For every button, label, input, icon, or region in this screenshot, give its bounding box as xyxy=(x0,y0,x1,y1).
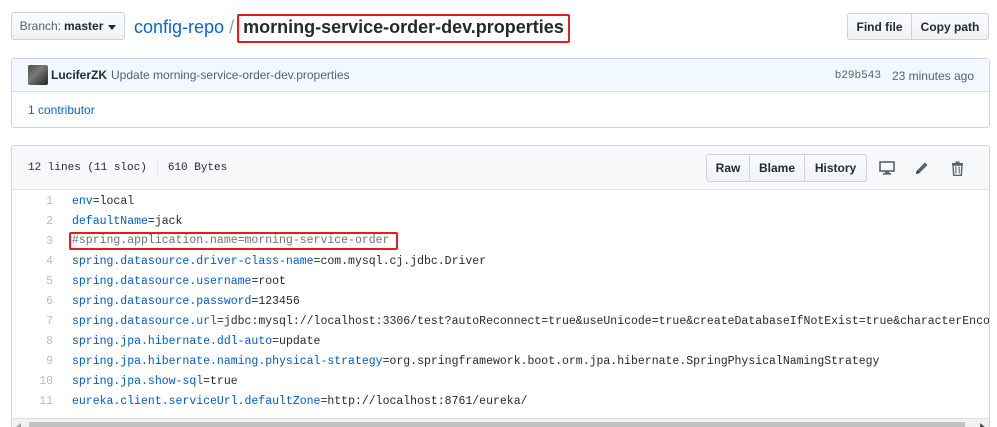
line-number[interactable]: 4 xyxy=(12,255,64,268)
line-number[interactable]: 6 xyxy=(12,295,64,308)
contributors-row: 1 contributor xyxy=(12,92,989,127)
trash-icon[interactable] xyxy=(942,154,972,182)
highlighted-comment: #spring.application.name=morning-service… xyxy=(69,232,399,250)
line-content: #spring.application.name=morning-service… xyxy=(64,232,399,250)
code-line: 6 spring.datasource.password=123456 xyxy=(12,291,989,311)
code-line: 8 spring.jpa.hibernate.ddl-auto=update xyxy=(12,331,989,351)
copy-path-button[interactable]: Copy path xyxy=(912,13,989,40)
desktop-icon[interactable] xyxy=(872,154,902,182)
property-key: spring.datasource.url xyxy=(72,314,217,328)
line-content: spring.jpa.show-sql=true xyxy=(72,374,238,388)
property-key: spring.jpa.hibernate.naming.physical-str… xyxy=(72,354,383,368)
line-number[interactable]: 7 xyxy=(12,315,64,328)
commit-sha-link[interactable]: b29b543 xyxy=(835,70,881,82)
property-key: spring.jpa.hibernate.ddl-auto xyxy=(72,334,273,348)
branch-value: master xyxy=(64,19,104,33)
breadcrumb: config-repo / morning-service-order-dev.… xyxy=(134,13,570,43)
property-key: env xyxy=(72,194,93,208)
code-line: 5 spring.datasource.username=root xyxy=(12,271,989,291)
horizontal-scrollbar[interactable] xyxy=(12,418,989,427)
line-number[interactable]: 3 xyxy=(12,235,64,248)
property-value: org.springframework.boot.orm.jpa.hiberna… xyxy=(389,354,880,368)
breadcrumb-file-name: morning-service-order-dev.properties xyxy=(237,13,570,43)
raw-button[interactable]: Raw xyxy=(706,154,750,182)
code-line: 3 #spring.application.name=morning-servi… xyxy=(12,231,989,251)
file-header: 12 lines (11 sloc) 610 Bytes Raw Blame H… xyxy=(12,146,989,190)
line-number[interactable]: 2 xyxy=(12,215,64,228)
line-content: spring.datasource.password=123456 xyxy=(72,294,300,308)
property-value: 123456 xyxy=(258,294,300,308)
property-key: spring.datasource.username xyxy=(72,274,252,288)
line-number[interactable]: 5 xyxy=(12,275,64,288)
file-nav-button-group: Find file Copy path xyxy=(847,13,989,40)
property-value: jack xyxy=(154,214,183,228)
line-content: env=local xyxy=(72,194,135,208)
line-content: spring.datasource.driver-class-name=com.… xyxy=(72,254,487,268)
commit-time: 23 minutes ago xyxy=(891,68,974,83)
file-actions: Raw Blame History xyxy=(706,154,972,182)
property-value: local xyxy=(99,194,135,208)
line-number[interactable]: 9 xyxy=(12,355,64,368)
code-line: 10 spring.jpa.show-sql=true xyxy=(12,371,989,391)
scroll-right-icon[interactable] xyxy=(980,423,985,427)
property-value: com.mysql.cj.jdbc.Driver xyxy=(320,254,487,268)
pencil-icon[interactable] xyxy=(907,154,937,182)
line-content: spring.datasource.username=root xyxy=(72,274,286,288)
property-key: eureka.client.serviceUrl.defaultZone xyxy=(72,394,321,408)
line-number[interactable]: 1 xyxy=(12,195,64,208)
property-value: root xyxy=(258,274,286,288)
line-number[interactable]: 10 xyxy=(12,375,64,388)
line-number[interactable]: 11 xyxy=(12,395,64,408)
line-content: spring.jpa.hibernate.naming.physical-str… xyxy=(72,354,880,368)
code-line: 2 defaultName=jack xyxy=(12,211,989,231)
blame-button[interactable]: Blame xyxy=(750,154,805,182)
line-content: defaultName=jack xyxy=(72,214,183,228)
line-content: spring.jpa.hibernate.ddl-auto=update xyxy=(72,334,321,348)
code-view: 1 env=local 2 defaultName=jack 3 #spring… xyxy=(12,191,989,414)
scroll-left-icon[interactable] xyxy=(16,423,21,427)
commit-author-link[interactable]: LuciferZK xyxy=(51,68,107,82)
code-line: 11 eureka.client.serviceUrl.defaultZone=… xyxy=(12,391,989,411)
property-value: http://localhost:8761/eureka/ xyxy=(327,394,528,408)
contributors-link[interactable]: 1 contributor xyxy=(28,103,95,117)
code-line: 1 env=local xyxy=(12,191,989,211)
breadcrumb-separator: / xyxy=(229,16,235,37)
breadcrumb-repo-link[interactable]: config-repo xyxy=(134,17,224,38)
caret-down-icon xyxy=(108,24,117,30)
file-view-button-group: Raw Blame History xyxy=(706,154,867,182)
branch-select-button[interactable]: Branch: master xyxy=(11,12,125,40)
file-lines-info: 12 lines (11 sloc) xyxy=(28,161,147,174)
avatar[interactable] xyxy=(28,65,48,85)
commit-header: LuciferZK Update morning-service-order-d… xyxy=(12,59,989,92)
line-content: eureka.client.serviceUrl.defaultZone=htt… xyxy=(72,394,528,408)
code-line: 9 spring.jpa.hibernate.naming.physical-s… xyxy=(12,351,989,371)
code-line: 7 spring.datasource.url=jdbc:mysql://loc… xyxy=(12,311,989,331)
scrollbar-thumb[interactable] xyxy=(29,422,965,427)
property-value: true xyxy=(210,374,238,388)
file-viewer: 12 lines (11 sloc) 610 Bytes Raw Blame H… xyxy=(11,145,990,427)
commit-info-box: LuciferZK Update morning-service-order-d… xyxy=(11,58,990,128)
commit-meta: b29b543 23 minutes ago xyxy=(835,59,974,92)
line-content: spring.datasource.url=jdbc:mysql://local… xyxy=(64,315,989,328)
file-size: 610 Bytes xyxy=(167,161,228,174)
property-key: spring.datasource.password xyxy=(72,294,252,308)
property-key: spring.datasource.driver-class-name xyxy=(72,254,314,268)
branch-label: Branch: xyxy=(19,19,61,33)
line-number[interactable]: 8 xyxy=(12,335,64,348)
find-file-button[interactable]: Find file xyxy=(847,13,912,40)
property-value: update xyxy=(279,334,321,348)
file-info-divider xyxy=(156,158,158,177)
property-key: defaultName xyxy=(72,214,148,228)
code-line: 4 spring.datasource.driver-class-name=co… xyxy=(12,251,989,271)
property-value: jdbc:mysql://localhost:3306/test?autoRec… xyxy=(223,314,989,328)
property-key: spring.jpa.show-sql xyxy=(72,374,204,388)
commit-message-link[interactable]: Update morning-service-order-dev.propert… xyxy=(111,68,350,82)
history-button[interactable]: History xyxy=(805,154,867,182)
